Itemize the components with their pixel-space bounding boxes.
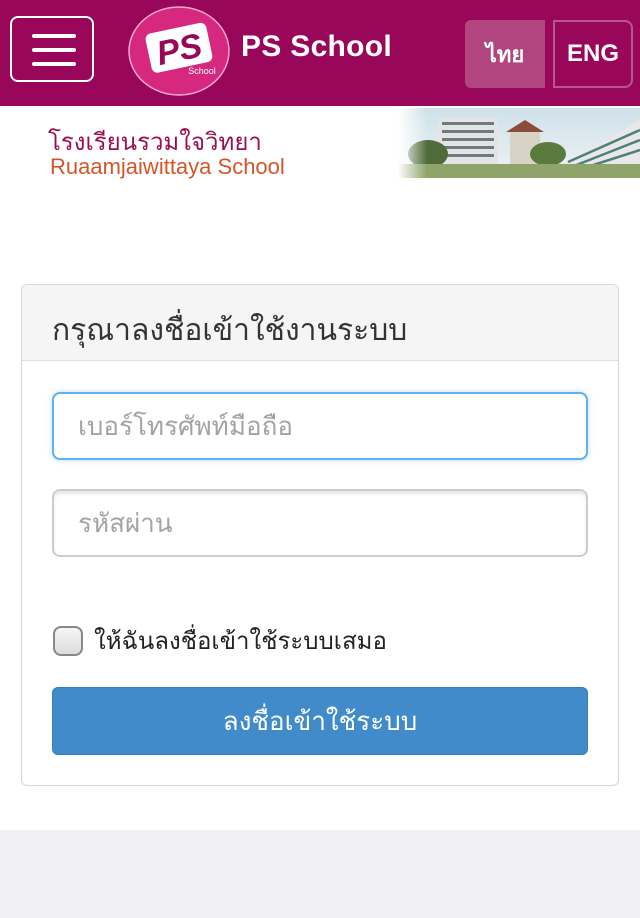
language-english-button[interactable]: ENG — [553, 20, 633, 88]
login-panel-header: กรุณาลงชื่อเข้าใช้งานระบบ — [22, 285, 618, 361]
hamburger-menu-icon-bottom — [32, 62, 76, 66]
top-navbar: PS School PS School ไทย ENG — [0, 0, 640, 106]
language-switcher: ไทย ENG — [465, 20, 633, 88]
login-page-content: กรุณาลงชื่อเข้าใช้งานระบบ ให้ฉันลงชื่อเข… — [0, 184, 640, 830]
password-input[interactable] — [52, 489, 588, 557]
remember-me-checkbox[interactable] — [53, 626, 83, 656]
remember-me-label[interactable]: ให้ฉันลงชื่อเข้าใช้ระบบเสมอ — [94, 621, 387, 660]
hamburger-menu-icon-middle — [32, 48, 76, 52]
menu-button[interactable] — [10, 16, 94, 82]
school-name-english: Ruaamjaiwittaya School — [50, 154, 285, 179]
login-title: กรุณาลงชื่อเข้าใช้งานระบบ — [52, 314, 408, 347]
login-submit-button[interactable]: ลงชื่อเข้าใช้ระบบ — [52, 687, 588, 755]
login-panel: กรุณาลงชื่อเข้าใช้งานระบบ ให้ฉันลงชื่อเข… — [21, 284, 619, 786]
ps-school-logo[interactable]: PS School — [128, 6, 230, 96]
brand-name[interactable]: PS School — [241, 30, 392, 64]
phone-number-input[interactable] — [52, 392, 588, 460]
logo-text: School — [188, 66, 216, 76]
school-banner: โรงเรียนรวมใจวิทยา Ruaamjaiwittaya Schoo… — [0, 106, 640, 184]
language-thai-button[interactable]: ไทย — [465, 20, 545, 88]
school-building-photo — [398, 108, 640, 178]
hamburger-menu-icon — [32, 34, 76, 38]
